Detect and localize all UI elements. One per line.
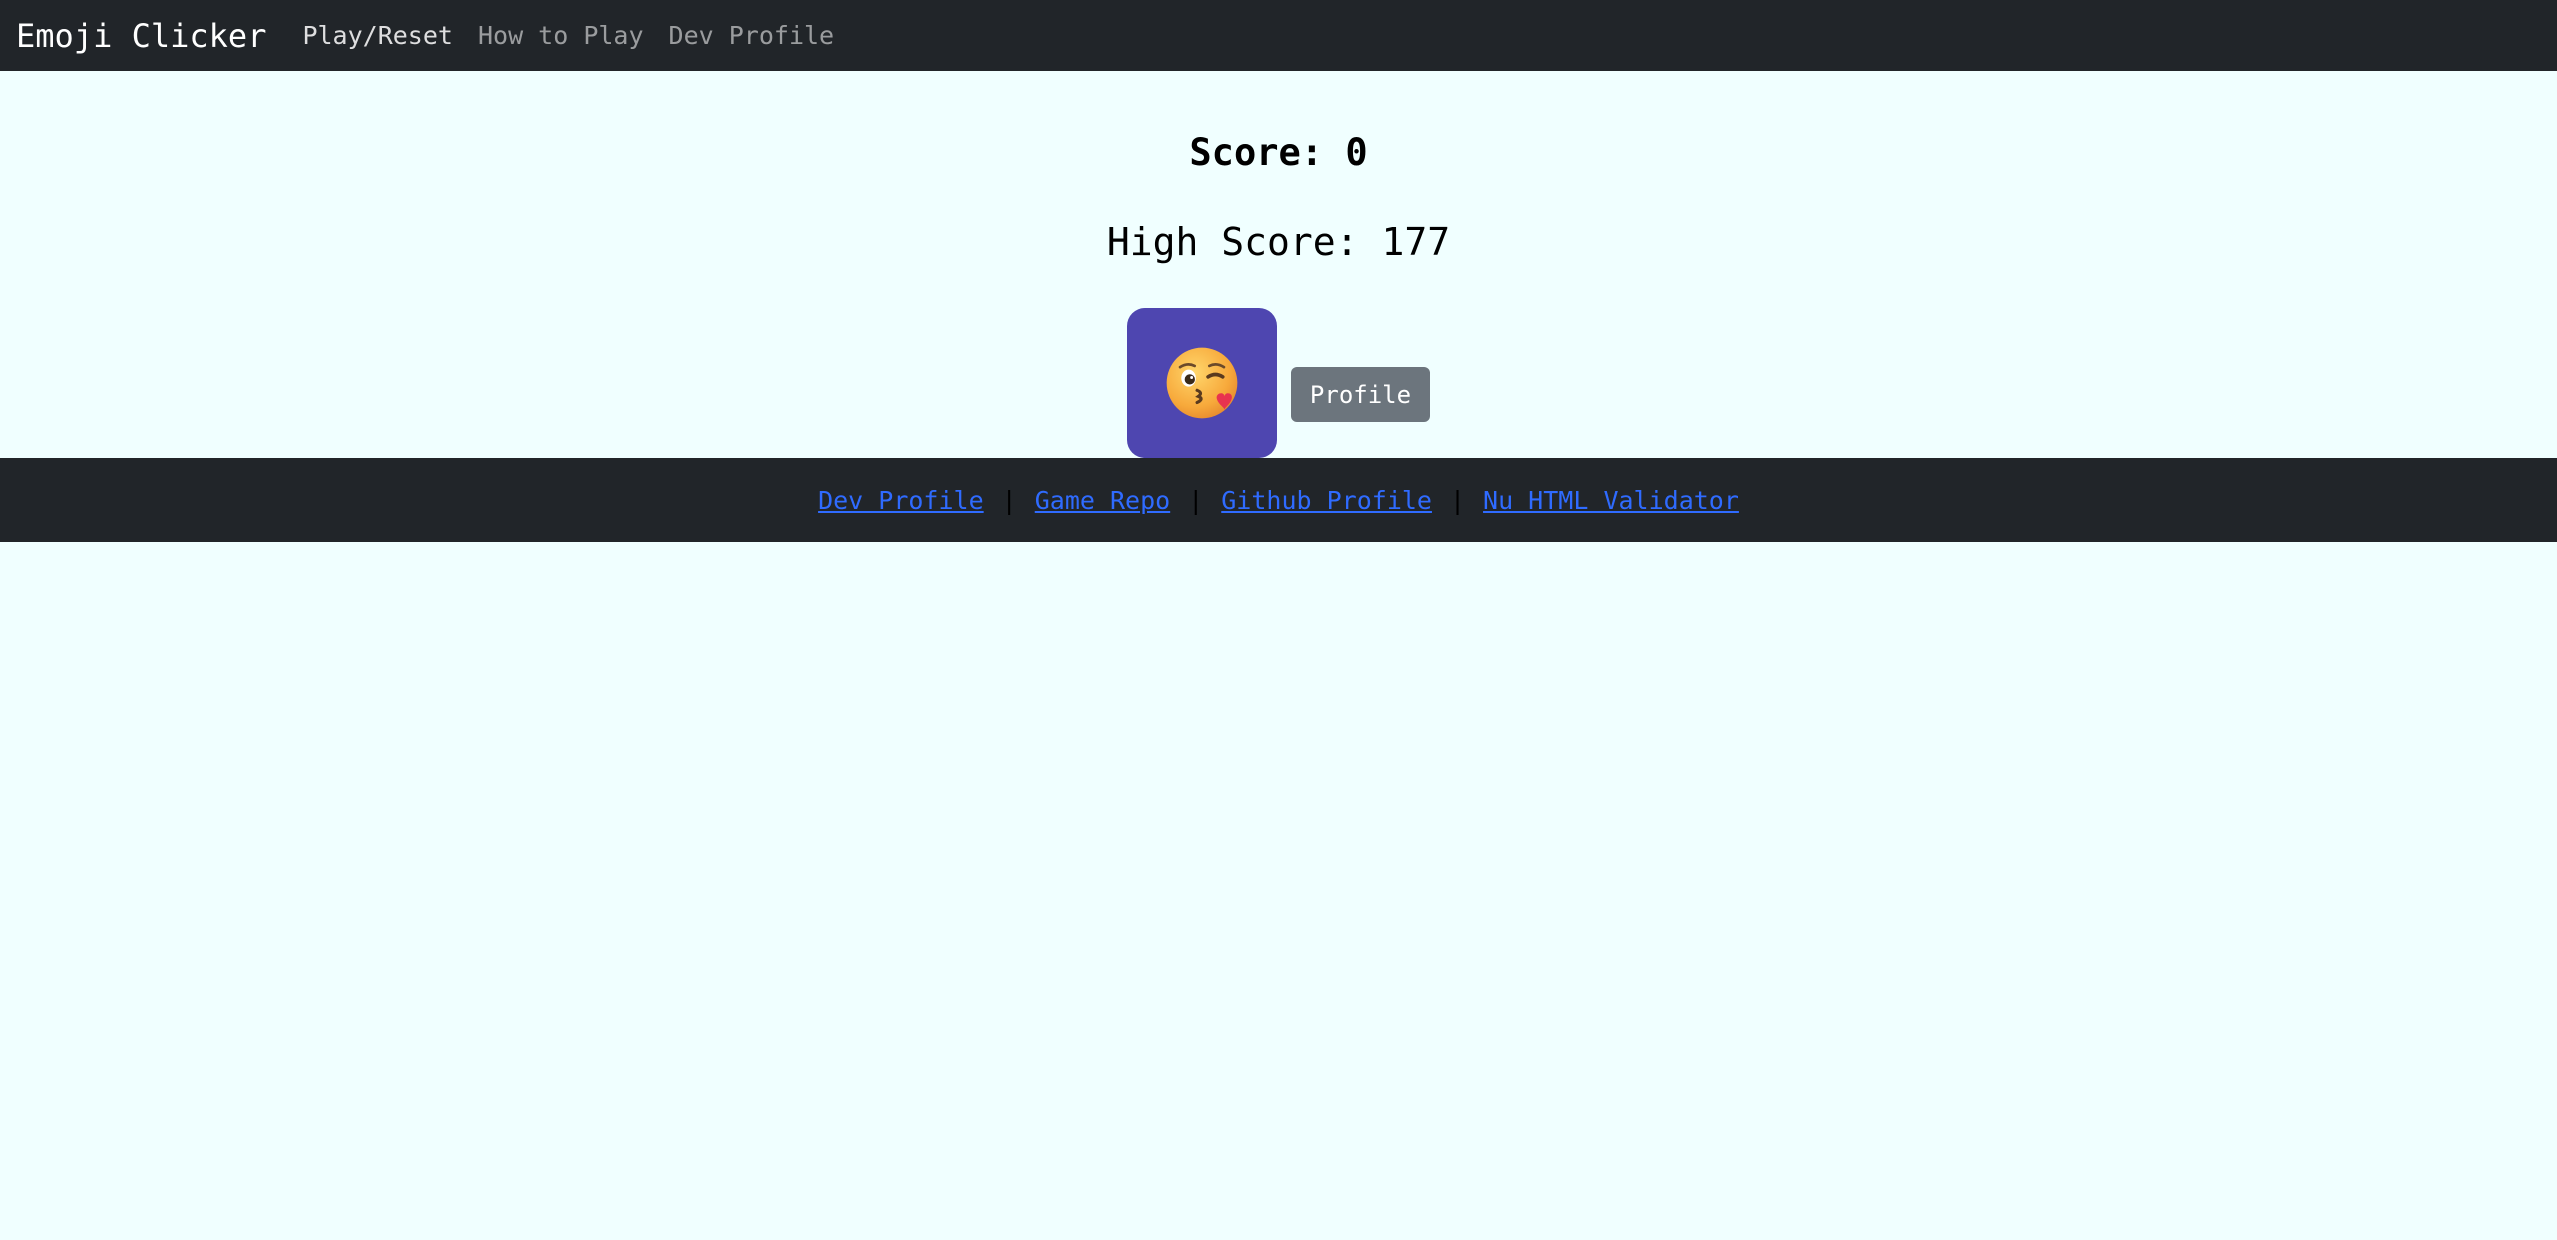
profile-button[interactable]: Profile — [1291, 367, 1430, 422]
nav-link-how-to-play[interactable]: How to Play — [478, 21, 644, 50]
nav-link-play-reset[interactable]: Play/Reset — [302, 21, 453, 50]
high-score-display: High Score: 177 — [1106, 220, 1451, 264]
footer-separator: | — [1449, 485, 1466, 515]
footer-link-dev-profile[interactable]: Dev Profile — [818, 486, 984, 515]
top-navbar: Emoji Clicker Play/Reset How to Play Dev… — [0, 0, 2557, 71]
footer-link-nu-html-validator[interactable]: Nu HTML Validator — [1483, 486, 1739, 515]
score-display: Score: 0 — [1189, 131, 1368, 174]
emoji-click-target[interactable] — [1127, 308, 1277, 458]
kissing-winking-face-icon — [1166, 347, 1238, 419]
footer-separator: | — [1188, 485, 1204, 515]
brand-title[interactable]: Emoji Clicker — [16, 17, 266, 55]
footer-link-game-repo[interactable]: Game Repo — [1035, 486, 1170, 515]
footer-link-github-profile[interactable]: Github Profile — [1221, 486, 1432, 515]
footer-separator: | — [1001, 485, 1017, 515]
nav-link-dev-profile[interactable]: Dev Profile — [669, 21, 835, 50]
footer: Dev Profile | Game Repo | Github Profile… — [0, 458, 2557, 542]
